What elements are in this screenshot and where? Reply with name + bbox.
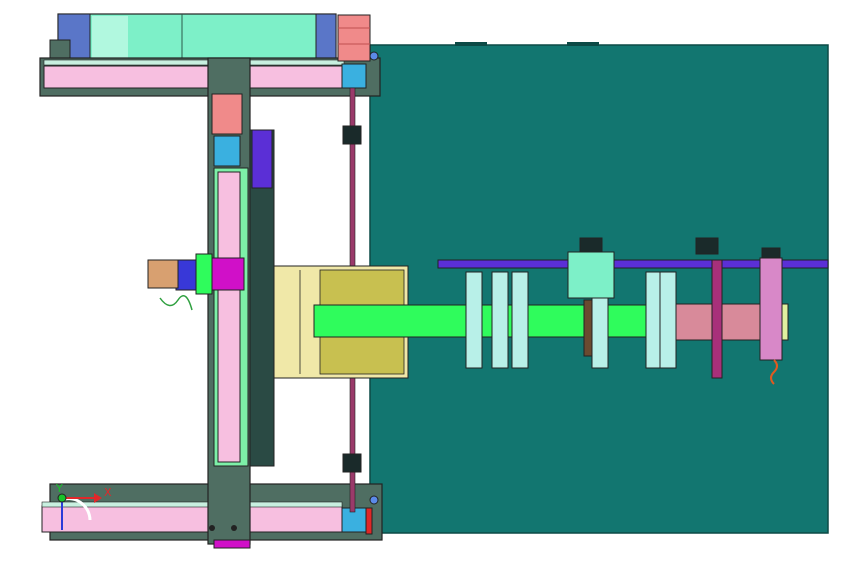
top-coupler-block bbox=[341, 63, 367, 89]
drive-spindle bbox=[711, 259, 723, 379]
triad-y-dot bbox=[57, 493, 67, 503]
vertical-bolt-2 bbox=[231, 525, 237, 531]
right-tensioner bbox=[759, 257, 783, 361]
plate-notch-top-right bbox=[567, 42, 599, 46]
triad-y-label: Y bbox=[55, 482, 63, 495]
drive-spindle-cap bbox=[695, 237, 719, 255]
bottom-rail-stripe bbox=[41, 501, 343, 508]
top-stepper-motor bbox=[337, 14, 371, 62]
vertical-bottom-tab bbox=[213, 539, 251, 549]
triad-x-label: X bbox=[104, 486, 112, 499]
right-tensioner-cap bbox=[761, 247, 781, 259]
lead-screw-bearing-bottom bbox=[342, 453, 362, 473]
tool-head-mount bbox=[207, 257, 245, 291]
top-motor-shine bbox=[92, 16, 128, 58]
vertical-carriage bbox=[207, 57, 275, 549]
top-screw-icon bbox=[369, 51, 379, 61]
vertical-stepper bbox=[211, 93, 243, 135]
tool-head-motor bbox=[175, 259, 197, 291]
vertical-coupler bbox=[213, 135, 241, 167]
bottom-screw-icon bbox=[369, 495, 379, 505]
drive-motor-box bbox=[567, 251, 615, 299]
vertical-rail bbox=[217, 171, 241, 463]
roller-3 bbox=[511, 271, 529, 369]
cad-assembly-viewport[interactable]: X Y bbox=[0, 0, 867, 562]
roller-1 bbox=[465, 271, 483, 369]
tool-head-cable bbox=[159, 295, 193, 311]
roller-6 bbox=[659, 271, 677, 369]
top-rail-stripe bbox=[43, 59, 345, 66]
tool-head-nozzle bbox=[147, 259, 179, 289]
lead-screw-bearing-top bbox=[342, 125, 362, 145]
top-motor-endcap-right bbox=[315, 13, 337, 61]
bottom-red-tab bbox=[365, 507, 373, 535]
plate-notch-top-left bbox=[455, 42, 487, 46]
vertical-bolt-1 bbox=[209, 525, 215, 531]
drive-motor-cap bbox=[579, 237, 603, 253]
tool-head-plate bbox=[195, 253, 213, 295]
vertical-blue-block bbox=[251, 129, 273, 189]
roller-2 bbox=[491, 271, 509, 369]
top-rail bbox=[43, 65, 345, 89]
